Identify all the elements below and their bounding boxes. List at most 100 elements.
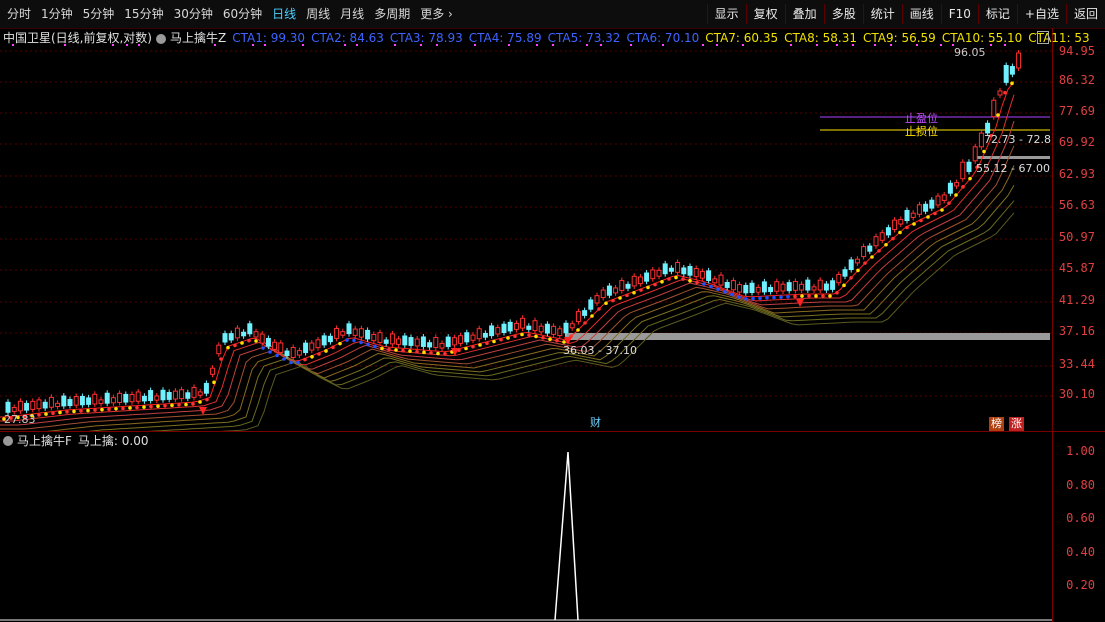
trend-dot — [702, 282, 706, 286]
trend-dot — [583, 321, 587, 325]
trend-dot — [492, 339, 496, 344]
candlestick — [749, 282, 755, 294]
candlestick — [315, 339, 321, 349]
candlestick — [978, 132, 984, 148]
trend-dot — [310, 355, 314, 359]
candlestick — [303, 342, 309, 354]
tab-1min[interactable]: 1分钟 — [36, 0, 78, 28]
candlestick — [532, 320, 538, 332]
trend-dot — [107, 407, 111, 412]
candlestick — [898, 218, 904, 225]
sub-indicator-chart[interactable] — [0, 432, 1053, 622]
candlestick — [67, 399, 73, 407]
mark-button[interactable]: 标记 — [977, 4, 1017, 24]
candlestick — [185, 392, 191, 399]
candlestick — [823, 283, 829, 291]
trend-dot — [940, 208, 944, 212]
trend-dot — [408, 349, 412, 353]
indicator-name[interactable]: 马上擒牛Z — [170, 29, 226, 46]
candlestick — [408, 337, 414, 346]
candlestick — [296, 350, 302, 356]
candlestick — [420, 336, 426, 347]
candlestick — [569, 323, 575, 329]
moving-average-line — [0, 120, 1015, 426]
trend-dot — [422, 350, 426, 355]
trend-dot — [632, 290, 636, 295]
tab-15min[interactable]: 15分钟 — [119, 0, 168, 28]
tab-more-label: 更多 — [420, 7, 445, 21]
candlestick — [352, 328, 358, 336]
candlestick — [265, 337, 271, 347]
sub-tick: 0.20 — [1066, 578, 1095, 592]
trend-dot — [401, 348, 405, 353]
tab-30min[interactable]: 30分钟 — [169, 0, 218, 28]
trend-dot — [275, 353, 279, 358]
statistics-button[interactable]: 统计 — [862, 4, 902, 24]
trend-dot — [289, 360, 293, 365]
candlestick — [377, 332, 383, 343]
trend-dot — [709, 284, 713, 289]
trend-dot — [415, 349, 419, 354]
candlestick — [935, 195, 941, 206]
candlestick — [1009, 66, 1015, 75]
trend-dot — [674, 275, 678, 280]
candlestick — [867, 245, 873, 252]
candlestick — [575, 311, 581, 323]
candlestick — [606, 285, 612, 296]
candlestick — [656, 269, 662, 277]
price-chart-pane[interactable] — [0, 28, 1053, 431]
add-watchlist-button[interactable]: +自选 — [1016, 4, 1066, 24]
draw-line-button[interactable]: 画线 — [901, 4, 941, 24]
candlestick — [476, 328, 482, 340]
back-button[interactable]: 返回 — [1065, 4, 1105, 24]
trend-dot — [226, 345, 230, 350]
overlay-button[interactable]: 叠加 — [784, 4, 824, 24]
candlestick — [929, 199, 935, 209]
candlestick — [724, 282, 730, 288]
tab-intraday[interactable]: 分时 — [2, 0, 36, 28]
ranking-badge[interactable]: 榜 — [989, 417, 1004, 431]
tab-more[interactable]: 更多 › — [415, 0, 458, 28]
candlestick — [501, 323, 507, 334]
tab-multi-period[interactable]: 多周期 — [369, 0, 415, 28]
trend-dot — [646, 285, 650, 290]
candlestick — [358, 328, 364, 338]
trend-dot — [772, 295, 776, 300]
trend-dot — [352, 338, 356, 343]
indicator-menu-icon[interactable] — [156, 33, 166, 44]
trend-dot — [37, 413, 41, 417]
stop-loss-label: 止损位 — [905, 125, 938, 138]
tab-weekly[interactable]: 周线 — [301, 0, 335, 28]
trend-dot — [51, 411, 55, 416]
candlestick — [923, 203, 929, 212]
candlestick — [123, 393, 129, 403]
tab-5min[interactable]: 5分钟 — [78, 0, 120, 28]
f10-button[interactable]: F10 — [940, 4, 978, 24]
tab-daily[interactable]: 日线 — [267, 0, 301, 28]
candlestick — [625, 283, 631, 289]
trend-dot — [905, 225, 909, 230]
trend-dot — [765, 296, 769, 300]
sub-axis: 1.00 0.80 0.60 0.40 0.20 — [1053, 432, 1105, 622]
multi-stock-button[interactable]: 多股 — [823, 4, 863, 24]
maximize-icon[interactable] — [1037, 31, 1049, 44]
limit-up-badge[interactable]: 涨 — [1009, 417, 1024, 431]
tab-60min[interactable]: 60分钟 — [218, 0, 267, 28]
trend-dot — [961, 185, 965, 189]
candlestick — [241, 331, 247, 337]
candlestick — [389, 333, 395, 345]
trend-dot — [79, 409, 83, 413]
candlestick — [141, 395, 147, 402]
adjust-button[interactable]: 复权 — [745, 4, 785, 24]
candlestick — [954, 182, 960, 187]
display-button[interactable]: 显示 — [706, 4, 746, 24]
candlestick — [966, 161, 972, 173]
finance-event-marker[interactable]: 财 — [588, 416, 603, 430]
trend-dot — [170, 403, 174, 408]
candlestick — [774, 281, 780, 292]
tab-monthly[interactable]: 月线 — [335, 0, 369, 28]
sub-tick: 0.80 — [1066, 478, 1095, 492]
trend-dot — [625, 293, 629, 298]
candlestick — [768, 286, 774, 293]
candlestick — [86, 397, 92, 405]
